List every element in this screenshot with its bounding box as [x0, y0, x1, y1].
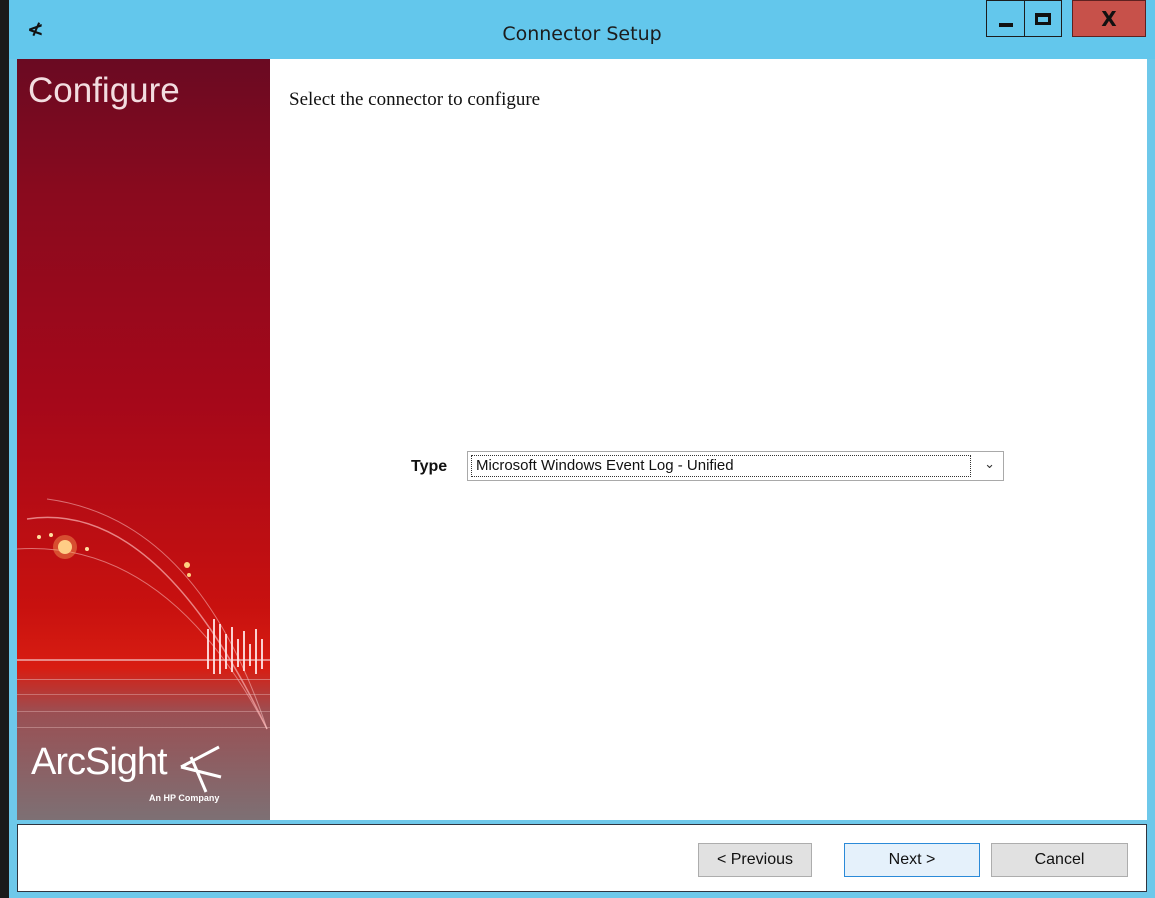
minimize-button[interactable] [986, 0, 1024, 37]
connector-setup-window: ≮ Connector Setup X Configure ArcSight A… [9, 0, 1155, 898]
title-bar[interactable]: ≮ Connector Setup X [9, 0, 1155, 59]
next-button[interactable]: Next > [844, 843, 980, 877]
window-title: Connector Setup [502, 23, 662, 45]
close-button[interactable]: X [1072, 0, 1146, 37]
sidebar-decoration [17, 498, 270, 730]
brand-name: ArcSight [31, 741, 168, 783]
sidebar-banner: Configure ArcSight An HP Company [17, 59, 270, 820]
cancel-button[interactable]: Cancel [991, 843, 1128, 877]
wizard-footer: < Previous Next > Cancel [17, 824, 1147, 892]
brand-tagline: An HP Company [149, 793, 220, 803]
chevron-down-icon[interactable]: ⌄ [984, 457, 995, 472]
wizard-content: Configure ArcSight An HP Company Select … [17, 59, 1147, 820]
type-label: Type [411, 458, 448, 475]
minimize-icon [998, 22, 1013, 27]
connector-type-select[interactable]: Microsoft Windows Event Log - Unified ⌄ [467, 451, 1004, 481]
sidebar-title: Configure [28, 71, 180, 110]
selected-connector-type: Microsoft Windows Event Log - Unified [471, 455, 971, 477]
close-icon: X [1101, 6, 1117, 31]
maximize-icon [1035, 12, 1051, 25]
desktop-edge [0, 0, 9, 898]
previous-button[interactable]: < Previous [698, 843, 812, 877]
page-heading: Select the connector to configure [289, 89, 541, 110]
main-panel: Select the connector to configure Type M… [270, 59, 1147, 820]
maximize-button[interactable] [1024, 0, 1062, 37]
